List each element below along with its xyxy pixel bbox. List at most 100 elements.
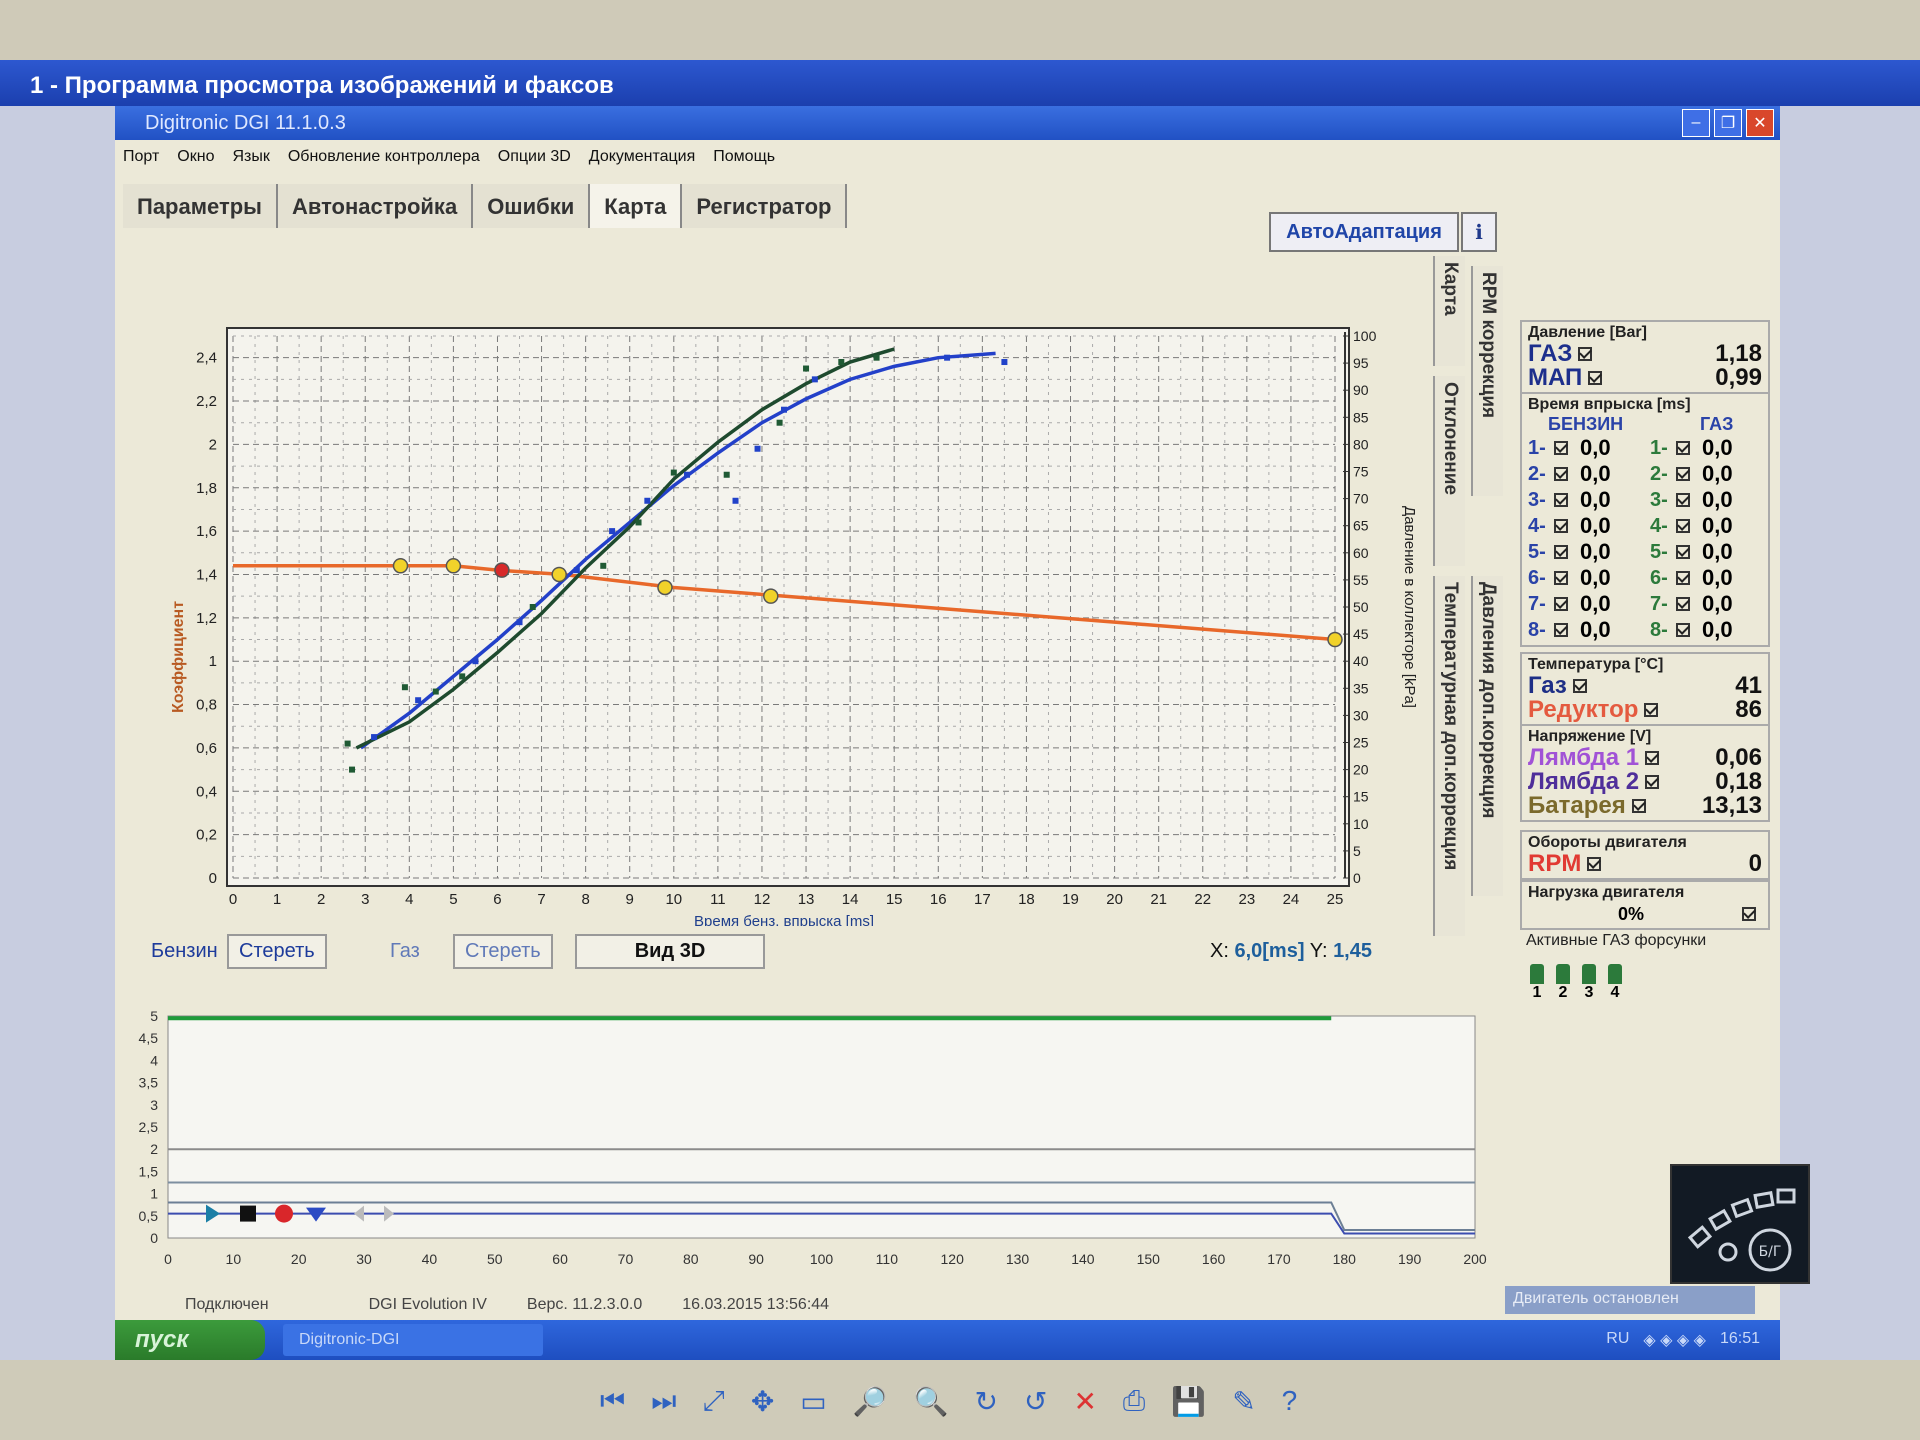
rotate-cw-icon[interactable]: ↻ bbox=[975, 1385, 998, 1418]
tab-map[interactable]: Карта bbox=[590, 184, 683, 228]
injector-value: 0,0 bbox=[1702, 617, 1733, 642]
logger-x-tick: 170 bbox=[1267, 1251, 1291, 1267]
vtab-rpm-correction[interactable]: RPM коррекция bbox=[1471, 266, 1503, 496]
injector-checkbox[interactable] bbox=[1676, 519, 1690, 533]
x-tick-label: 25 bbox=[1327, 891, 1344, 908]
y2-tick-label: 5 bbox=[1353, 843, 1361, 859]
taskbar-item-digitronic[interactable]: Digitronic-DGI bbox=[283, 1324, 543, 1356]
gas-injector-indicator: 4 bbox=[1608, 964, 1622, 1002]
injector-checkbox[interactable] bbox=[1554, 571, 1568, 585]
actual-size-icon[interactable]: ✥ bbox=[751, 1385, 774, 1418]
erase-petrol-button[interactable]: Стереть bbox=[227, 934, 327, 969]
vtab-map[interactable]: Карта bbox=[1433, 256, 1465, 366]
tab-parameters[interactable]: Параметры bbox=[123, 184, 278, 228]
x-tick-label: 2 bbox=[317, 891, 325, 908]
info-icon[interactable]: ℹ bbox=[1461, 212, 1497, 252]
injector-checkbox[interactable] bbox=[1554, 467, 1568, 481]
view-3d-button[interactable]: Вид 3D bbox=[575, 934, 765, 969]
injector-checkbox[interactable] bbox=[1676, 493, 1690, 507]
help-icon[interactable]: ? bbox=[1282, 1385, 1298, 1418]
logger-x-tick: 180 bbox=[1333, 1251, 1357, 1267]
map-checkbox[interactable] bbox=[1588, 371, 1603, 385]
logger-x-tick: 30 bbox=[356, 1251, 372, 1267]
close-button[interactable]: ✕ bbox=[1746, 109, 1774, 137]
injector-number: 1- bbox=[1528, 436, 1546, 459]
blue-point bbox=[684, 471, 691, 478]
load-checkbox[interactable] bbox=[1742, 907, 1756, 921]
prev-icon[interactable]: ⏮ bbox=[600, 1385, 625, 1418]
minimize-button[interactable]: – bbox=[1682, 109, 1710, 137]
injector-checkbox[interactable] bbox=[1554, 519, 1568, 533]
tab-autotune[interactable]: Автонастройка bbox=[277, 184, 474, 228]
start-button[interactable]: пуск bbox=[115, 1320, 265, 1360]
tab-logger[interactable]: Регистратор bbox=[682, 184, 848, 228]
battery-label: Батарея bbox=[1528, 792, 1626, 819]
restore-button[interactable]: ❐ bbox=[1714, 109, 1742, 137]
rpm-checkbox[interactable] bbox=[1587, 857, 1602, 871]
injector-checkbox[interactable] bbox=[1554, 441, 1568, 455]
battery-checkbox[interactable] bbox=[1631, 799, 1646, 813]
vtab-deviation[interactable]: Отклонение bbox=[1433, 376, 1465, 566]
injector-checkbox[interactable] bbox=[1554, 545, 1568, 559]
injector-checkbox[interactable] bbox=[1676, 571, 1690, 585]
injector-row: 3- 0,0 bbox=[1650, 487, 1762, 513]
temp-gas-checkbox[interactable] bbox=[1572, 679, 1587, 693]
vtab-temp-correction[interactable]: Температурная доп.коррекция bbox=[1433, 576, 1465, 936]
injector-checkbox[interactable] bbox=[1554, 597, 1568, 611]
vtab-pressure-correction[interactable]: Давления доп.коррекция bbox=[1471, 576, 1503, 896]
menu-window[interactable]: Окно bbox=[177, 148, 214, 168]
injector-checkbox[interactable] bbox=[1554, 623, 1568, 637]
menu-help[interactable]: Помощь bbox=[713, 148, 775, 168]
y-tick-label: 2,4 bbox=[196, 350, 217, 367]
injector-number: 5- bbox=[1650, 540, 1668, 563]
tab-errors[interactable]: Ошибки bbox=[473, 184, 591, 228]
injector-checkbox[interactable] bbox=[1676, 623, 1690, 637]
y2-tick-label: 20 bbox=[1353, 762, 1369, 778]
menu-update[interactable]: Обновление контроллера bbox=[288, 148, 480, 168]
injector-checkbox[interactable] bbox=[1676, 467, 1690, 481]
y-tick-label: 0,8 bbox=[196, 697, 217, 714]
menu-docs[interactable]: Документация bbox=[589, 148, 695, 168]
temp-reducer-checkbox[interactable] bbox=[1644, 703, 1659, 717]
language-indicator[interactable]: RU bbox=[1606, 1330, 1629, 1350]
injector-checkbox[interactable] bbox=[1676, 545, 1690, 559]
next-icon[interactable]: ⏭ bbox=[651, 1385, 676, 1418]
injector-row: 5- 0,0 bbox=[1528, 539, 1640, 565]
zoom-out-icon[interactable]: 🔍 bbox=[914, 1385, 949, 1418]
menu-3d-options[interactable]: Опции 3D bbox=[498, 148, 571, 168]
injector-row: 7- 0,0 bbox=[1528, 591, 1640, 617]
rotate-ccw-icon[interactable]: ↺ bbox=[1024, 1385, 1047, 1418]
injector-row: 5- 0,0 bbox=[1650, 539, 1762, 565]
menu-port[interactable]: Порт bbox=[123, 148, 159, 168]
lambda1-checkbox[interactable] bbox=[1645, 751, 1660, 765]
gas-switch-button[interactable]: Б/Г bbox=[1670, 1164, 1810, 1284]
clock: 16:51 bbox=[1719, 1330, 1760, 1347]
injector-checkbox[interactable] bbox=[1676, 441, 1690, 455]
delete-icon[interactable]: ✕ bbox=[1073, 1385, 1096, 1418]
logger-x-tick: 130 bbox=[1006, 1251, 1030, 1267]
injector-checkbox[interactable] bbox=[1676, 597, 1690, 611]
fit-icon[interactable]: ⤢ bbox=[702, 1385, 724, 1418]
zoom-in-icon[interactable]: 🔎 bbox=[853, 1385, 888, 1418]
injector-value: 0,0 bbox=[1702, 487, 1733, 512]
slideshow-icon[interactable]: ▭ bbox=[800, 1385, 826, 1418]
erase-gas-button[interactable]: Стереть bbox=[453, 934, 553, 969]
gas-injectors: 1- 0,0 2- 0,0 3- 0,0 4- 0,0 5- 0,0 6- 0,0 7- 0,0 8- 0,0 bbox=[1650, 435, 1762, 643]
x-tick-label: 4 bbox=[405, 891, 413, 908]
autoadapt-button[interactable]: АвтоАдаптация bbox=[1269, 212, 1459, 252]
menu-language[interactable]: Язык bbox=[232, 148, 269, 168]
active-injectors: 1234 bbox=[1526, 964, 1764, 1002]
x-tick-label: 1 bbox=[273, 891, 281, 908]
logger-y-tick: 2 bbox=[150, 1141, 158, 1157]
save-icon[interactable]: 💾 bbox=[1171, 1385, 1206, 1418]
edit-icon[interactable]: ✎ bbox=[1232, 1385, 1255, 1418]
injector-row: 8- 0,0 bbox=[1650, 617, 1762, 643]
logger-x-tick: 120 bbox=[941, 1251, 965, 1267]
voltage-group: Напряжение [V] Лямбда 1 0,06 Лямбда 2 0,18… bbox=[1520, 724, 1770, 822]
gas-pressure-checkbox[interactable] bbox=[1578, 347, 1593, 361]
injector-checkbox[interactable] bbox=[1554, 493, 1568, 507]
injector-row: 2- 0,0 bbox=[1528, 461, 1640, 487]
lambda2-checkbox[interactable] bbox=[1645, 775, 1660, 789]
print-icon[interactable]: ⎙ bbox=[1123, 1385, 1145, 1418]
map-node-marker bbox=[445, 558, 462, 574]
